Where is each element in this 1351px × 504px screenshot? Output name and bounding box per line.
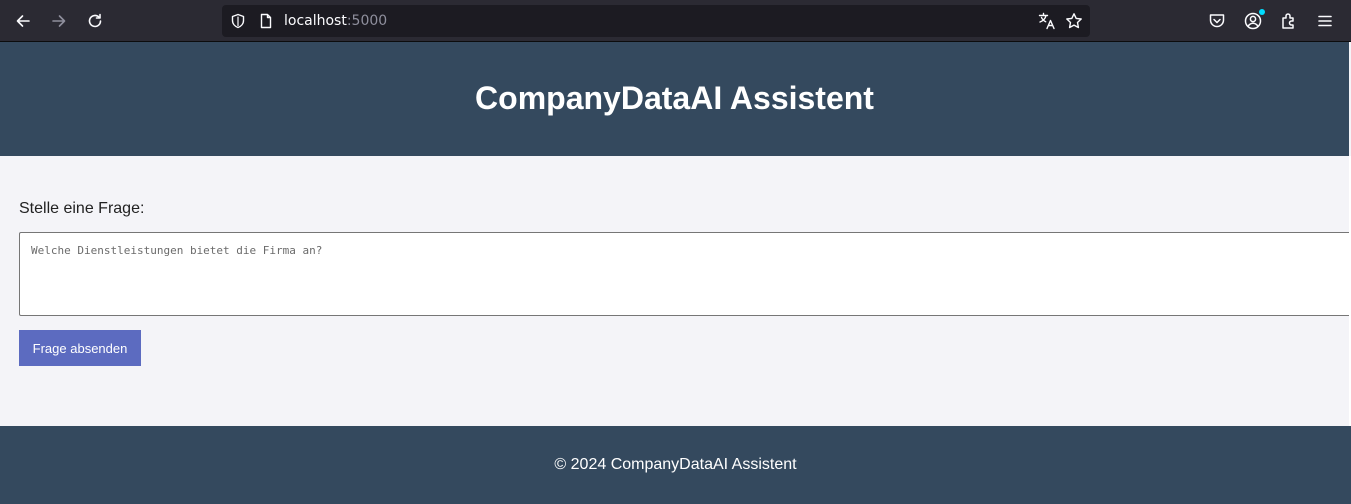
forward-button[interactable] [44,6,74,36]
arrow-left-icon [16,15,30,27]
site-footer: © 2024 CompanyDataAI Assistent [0,426,1351,504]
page-icon[interactable] [258,13,274,29]
account-button[interactable] [1243,9,1265,31]
pocket-icon[interactable] [1207,11,1227,31]
page: CompanyDataAI Assistent Stelle eine Frag… [0,42,1351,504]
footer-copyright: © 2024 CompanyDataAI Assistent [554,456,797,473]
page-title: CompanyDataAI Assistent [475,79,874,116]
arrow-right-icon [52,15,66,27]
question-label: Stelle eine Frage: [19,200,145,217]
url-bar[interactable]: localhost:5000 [222,5,1090,37]
site-header: CompanyDataAI Assistent [0,42,1349,156]
notification-dot [1259,9,1265,15]
url-text[interactable]: localhost:5000 [284,13,387,29]
translate-icon[interactable] [1038,12,1056,30]
browser-toolbar: localhost:5000 [0,0,1351,42]
back-button[interactable] [8,6,38,36]
reload-icon [88,13,102,28]
reload-button[interactable] [80,6,110,36]
shield-icon[interactable] [230,13,246,29]
url-host: localhost [284,13,347,29]
star-icon[interactable] [1065,12,1083,30]
hamburger-menu-icon[interactable] [1315,11,1335,31]
question-input[interactable] [19,232,1351,316]
submit-question-button[interactable]: Frage absenden [19,330,141,366]
url-port: :5000 [346,13,388,29]
puzzle-icon[interactable] [1279,11,1299,31]
